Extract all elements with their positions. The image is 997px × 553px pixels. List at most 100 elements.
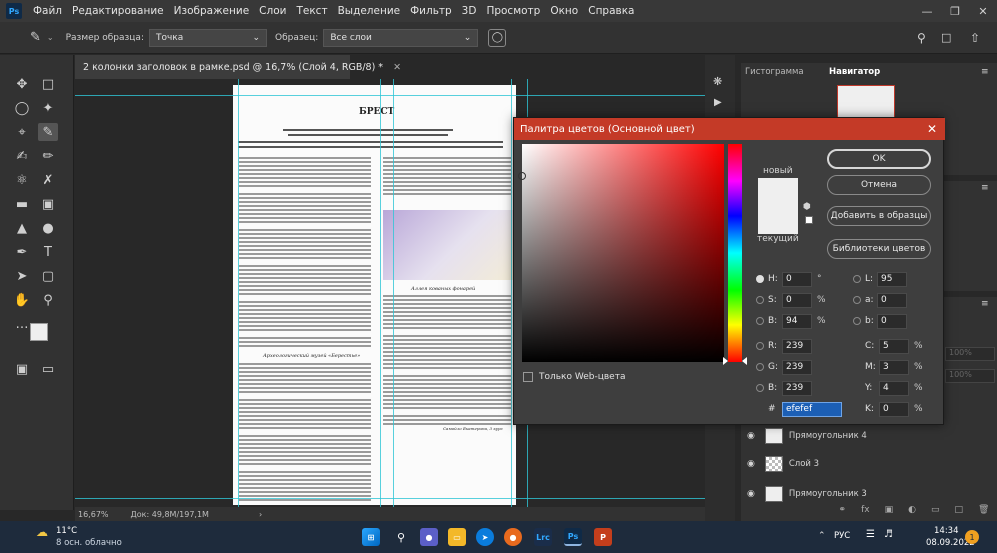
g-input[interactable]: 239 [782,359,812,375]
y-input[interactable]: 4 [879,380,909,396]
adjustment-layer-icon[interactable]: ◐ [908,505,916,519]
eyedropper-tool-icon[interactable]: ✎ [30,30,41,45]
yandex-browser-icon[interactable]: ● [504,528,522,546]
clock-time[interactable]: 14:34 [934,526,959,536]
l-input[interactable]: 95 [877,271,907,287]
sample-size-select[interactable]: Точка ⌄ [148,28,267,47]
type-tool-icon[interactable]: T [38,243,58,261]
layer-row[interactable]: ◉ Прямоугольник 3 [741,483,997,505]
healing-brush-tool-icon[interactable]: ✍ [12,147,32,165]
pen-tool-icon[interactable]: ✒ [12,243,32,261]
k-input[interactable]: 0 [879,401,909,417]
color-cursor[interactable] [518,172,526,180]
actions-play-icon[interactable]: ▶ [714,97,722,108]
layer-row[interactable]: ◉ Прямоугольник 4 [741,425,997,447]
sample-select[interactable]: Все слои ⌄ [323,28,479,47]
hex-input[interactable]: efefef [782,401,842,417]
eye-icon[interactable]: ◉ [747,459,755,469]
menu-3d[interactable]: 3D [457,5,482,17]
move-tool-icon[interactable]: ✥ [12,75,32,93]
r-input[interactable]: 239 [782,338,812,354]
hue-slider[interactable] [723,144,747,365]
menu-select[interactable]: Выделение [333,5,406,17]
start-icon[interactable]: ⊞ [362,528,380,546]
file-explorer-icon[interactable]: ▭ [448,528,466,546]
menu-type[interactable]: Текст [291,5,332,17]
radio-b[interactable] [756,317,764,325]
close-tab-icon[interactable]: ✕ [393,62,401,73]
foreground-color-swatch[interactable] [30,323,48,341]
hue-slider-right-handle[interactable] [742,357,747,365]
gamut-warning-icon[interactable]: ⬢ [803,202,811,212]
close-icon[interactable]: ✕ [927,118,937,140]
more-tools-icon[interactable]: … [12,315,32,333]
s-input[interactable]: 0 [782,292,812,308]
weather-cloud-icon[interactable]: ☁ [36,525,48,539]
eye-icon[interactable]: ◉ [747,489,755,499]
menu-edit[interactable]: Редактирование [67,5,169,17]
web-only-checkbox[interactable] [523,372,533,382]
volume-icon[interactable]: ♬ [884,529,893,540]
new-layer-icon[interactable]: □ [955,505,964,519]
weather-temp[interactable]: 11°C [56,526,77,536]
gradient-tool-icon[interactable]: ▣ [38,195,58,213]
status-chevron-icon[interactable]: › [259,510,262,519]
tray-chevron-icon[interactable]: ⌃ [818,531,826,541]
a-input[interactable]: 0 [877,292,907,308]
m-input[interactable]: 3 [879,359,909,375]
history-brush-tool-icon[interactable]: ✗ [38,171,58,189]
eyedropper-tool-icon[interactable]: ✎ [38,123,58,141]
link-layers-icon[interactable]: ⚭ [839,505,847,519]
radio-r[interactable] [756,342,764,350]
notification-badge[interactable]: 1 [965,530,979,544]
workspace-icon[interactable]: □ [941,31,951,44]
minimize-icon[interactable]: — [913,0,941,22]
panel-menu-icon[interactable]: ≡ [981,67,989,77]
opacity-field[interactable]: 100% [945,347,995,361]
quick-mask-icon[interactable]: ▣ [12,360,32,378]
photoshop-taskbar-icon[interactable]: Ps [564,528,582,546]
marquee-tool-icon[interactable]: □ [38,75,58,93]
lab-b-input[interactable]: 0 [877,313,907,329]
h-input[interactable]: 0 [782,271,812,287]
wifi-icon[interactable]: ☰ [866,529,875,540]
restore-icon[interactable]: ❐ [941,0,969,22]
menu-file[interactable]: Файл [28,5,67,17]
cancel-button[interactable]: Отмена [827,175,931,195]
fx-icon[interactable]: fx [861,505,870,519]
magic-wand-tool-icon[interactable]: ✦ [38,99,58,117]
blue-input[interactable]: 239 [782,380,812,396]
menu-image[interactable]: Изображение [169,5,255,17]
color-libraries-button[interactable]: Библиотеки цветов [827,239,931,259]
sample-ring-toggle-icon[interactable]: ◯ [488,28,507,47]
saturation-brightness-field[interactable] [518,144,724,362]
screen-mode-icon[interactable]: ▭ [38,360,58,378]
panel-menu-icon[interactable]: ≡ [981,183,989,193]
menu-help[interactable]: Справка [583,5,639,17]
add-to-swatches-button[interactable]: Добавить в образцы [827,206,931,226]
teams-icon[interactable]: ● [420,528,438,546]
powerpoint-icon[interactable]: P [594,528,612,546]
layer-row[interactable]: ◉ Слой 3 [741,453,997,475]
radio-h[interactable] [756,275,764,283]
web-safe-swatch[interactable] [805,216,813,224]
radio-blue[interactable] [756,384,764,392]
document-tab[interactable]: 2 колонки заголовок в рамке.psd @ 16,7% … [75,55,401,79]
share-icon[interactable]: ⇧ [970,31,980,45]
hue-slider-left-handle[interactable] [723,357,728,365]
eye-icon[interactable]: ◉ [747,431,755,441]
ok-button[interactable]: OK [827,149,931,169]
radio-lab-b[interactable] [853,317,861,325]
trash-icon[interactable]: 🗑 [978,505,989,519]
group-icon[interactable]: ▭ [931,505,940,519]
radio-s[interactable] [756,296,764,304]
crop-tool-icon[interactable]: ⌖ [12,123,32,141]
search-icon[interactable]: ⚲ [392,528,410,546]
search-icon[interactable]: ⚲ [917,31,926,45]
lasso-tool-icon[interactable]: ◯ [12,99,32,117]
radio-g[interactable] [756,363,764,371]
radio-l[interactable] [853,275,861,283]
path-selection-tool-icon[interactable]: ➤ [12,267,32,285]
menu-layers[interactable]: Слои [254,5,291,17]
hand-tool-icon[interactable]: ✋ [12,291,32,309]
